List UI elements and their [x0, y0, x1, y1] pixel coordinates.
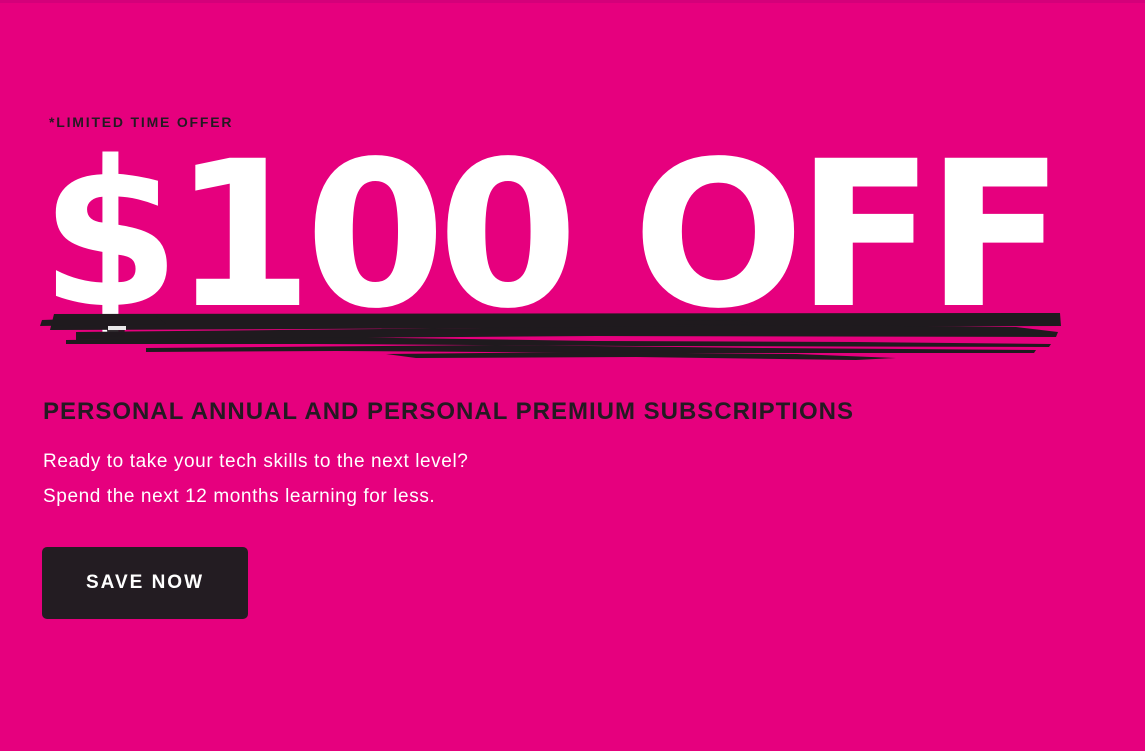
promo-description-line-1: Ready to take your tech skills to the ne…: [43, 451, 469, 472]
save-now-button[interactable]: SAVE NOW: [42, 547, 248, 619]
subscription-plans-heading: PERSONAL ANNUAL AND PERSONAL PREMIUM SUB…: [43, 398, 854, 425]
promo-description-line-2: Spend the next 12 months learning for le…: [43, 486, 436, 507]
brush-stroke-underline: [40, 313, 1061, 360]
promo-banner: *LIMITED TIME OFFER $100 OFF PERSONAL AN…: [0, 0, 1145, 751]
discount-headline: $100 OFF: [40, 117, 1064, 353]
